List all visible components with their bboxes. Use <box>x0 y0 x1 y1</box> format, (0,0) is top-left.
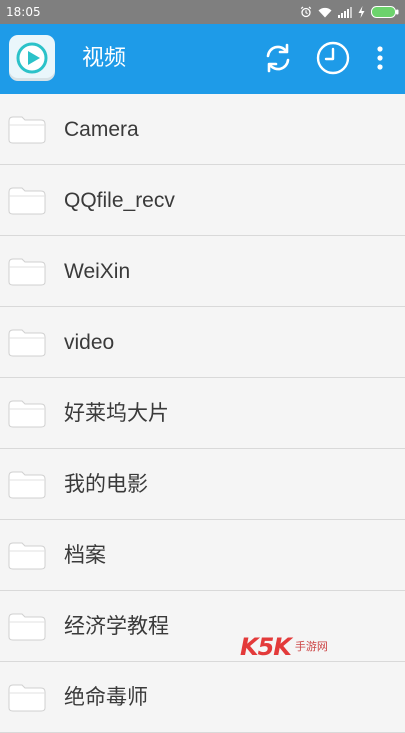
charging-icon <box>358 6 365 18</box>
folder-name: 我的电影 <box>64 473 148 496</box>
history-button[interactable] <box>313 38 353 78</box>
folder-icon <box>8 400 46 428</box>
watermark-brand: K5K <box>240 633 292 661</box>
list-item[interactable]: 我的电影 <box>0 449 405 520</box>
folder-name: video <box>64 331 115 354</box>
page-title: 视频 <box>82 46 127 71</box>
history-clock-icon <box>316 41 350 75</box>
folder-icon <box>8 329 46 357</box>
folder-name: Camera <box>64 118 139 141</box>
list-item[interactable]: WeiXin <box>0 236 405 307</box>
app-bar: 视频 <box>0 24 405 94</box>
folder-name: 档案 <box>64 544 106 567</box>
wifi-icon <box>318 7 332 18</box>
more-vert-icon <box>377 46 383 70</box>
status-icons <box>300 6 399 18</box>
list-item[interactable]: video <box>0 307 405 378</box>
list-item[interactable]: 绝命毒师 <box>0 662 405 733</box>
list-item[interactable]: 档案 <box>0 520 405 591</box>
folder-name: 经济学教程 <box>64 615 169 638</box>
folder-icon <box>8 613 46 641</box>
alarm-icon <box>300 6 312 18</box>
folder-icon <box>8 116 46 144</box>
folder-icon <box>8 684 46 712</box>
status-time: 18:05 <box>6 5 41 19</box>
battery-icon <box>371 6 399 18</box>
list-item[interactable]: Camera <box>0 94 405 165</box>
list-item[interactable]: QQfile_recv <box>0 165 405 236</box>
watermark: K5K 手游网 <box>240 632 352 662</box>
app-logo <box>9 35 55 81</box>
list-item[interactable]: 好莱坞大片 <box>0 378 405 449</box>
folder-icon <box>8 542 46 570</box>
folder-name: 好莱坞大片 <box>64 402 169 425</box>
folder-name: 绝命毒师 <box>64 686 148 709</box>
watermark-text: 手游网 <box>294 640 328 653</box>
refresh-button[interactable] <box>258 38 298 78</box>
folder-name: WeiXin <box>64 260 131 283</box>
more-options-button[interactable] <box>360 38 400 78</box>
refresh-icon <box>266 43 290 73</box>
status-bar: 18:05 <box>0 0 405 24</box>
folder-icon <box>8 258 46 286</box>
folder-icon <box>8 187 46 215</box>
folder-icon <box>8 471 46 499</box>
signal-icon <box>338 6 352 18</box>
folder-name: QQfile_recv <box>64 189 175 212</box>
